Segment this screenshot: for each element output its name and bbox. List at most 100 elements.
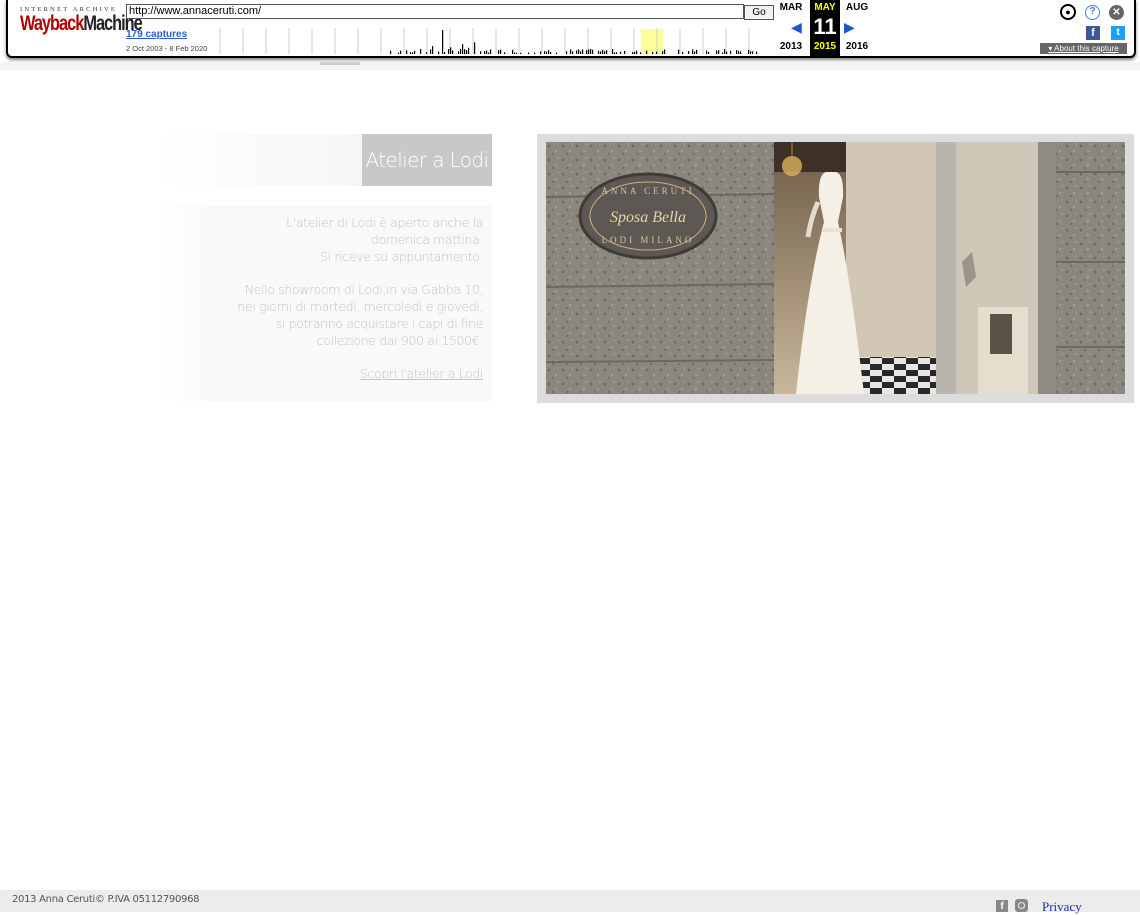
capture-bar	[516, 52, 518, 54]
capture-bar	[540, 51, 542, 54]
capture-bar	[400, 50, 402, 54]
calendar-navigator: MAR 2013 ◀ MAY 11 2015 ▶ AUG 2016	[776, 0, 870, 56]
capture-date-range: 2 Oct 2003 - 8 Feb 2020	[126, 44, 208, 53]
capture-bar	[632, 52, 634, 54]
capture-bar	[694, 51, 696, 54]
text-line: collezione dai 900 ai 1500€.	[316, 333, 484, 348]
user-icon[interactable]: ●	[1060, 4, 1076, 20]
capture-bar	[448, 48, 450, 54]
capture-bar	[566, 51, 568, 54]
text-line: si potranno acquistare i capi di fine	[275, 316, 484, 331]
capture-bar	[652, 51, 654, 54]
capture-sparkline[interactable]	[218, 26, 774, 54]
facebook-icon[interactable]: f	[996, 900, 1008, 912]
prev-capture-arrow-icon[interactable]: ◀	[791, 19, 802, 36]
capture-bar	[730, 50, 732, 54]
facebook-icon[interactable]: f	[1086, 26, 1100, 40]
capture-bar	[426, 52, 428, 54]
captures-link[interactable]: 179 captures	[126, 29, 187, 40]
privacy-link[interactable]: Privacy	[1042, 899, 1082, 915]
capture-bar	[406, 50, 408, 54]
capture-bar	[474, 42, 476, 54]
capture-bar	[724, 49, 726, 54]
capture-bar	[588, 49, 590, 54]
text-line: Nello showroom di Lodi,in via Gabba 10,	[244, 282, 484, 297]
capture-bar	[656, 51, 658, 54]
go-button[interactable]: Go	[744, 5, 774, 20]
capture-bar	[420, 49, 422, 54]
help-icon[interactable]: ?	[1085, 5, 1100, 20]
wayback-url-input[interactable]	[126, 4, 744, 19]
capture-bar	[512, 49, 514, 54]
next-year-label: 2016	[845, 41, 869, 52]
capture-bar	[582, 49, 584, 54]
next-month-column[interactable]: AUG 2016	[842, 0, 872, 56]
text-line: Si riceve su appuntamento.	[320, 249, 483, 264]
capture-bar	[602, 49, 604, 54]
capture-bar	[706, 50, 708, 54]
capture-bar	[708, 51, 710, 54]
capture-bar	[736, 50, 738, 54]
capture-bar	[636, 50, 638, 54]
capture-bar	[738, 50, 740, 54]
capture-bar	[390, 50, 392, 54]
capture-bar	[458, 51, 460, 54]
text-line: domenica mattina.	[370, 232, 484, 247]
current-year-highlight	[641, 29, 663, 54]
discover-atelier-link[interactable]: Scopri l'atelier a Lodi	[213, 365, 484, 382]
copyright-text: 2013 Anna Ceruti© P.IVA 05112790968	[12, 894, 200, 905]
capture-bar	[514, 52, 516, 54]
capture-bar	[452, 50, 454, 54]
capture-bar	[592, 49, 594, 54]
capture-bar	[664, 49, 666, 54]
capture-bar	[480, 51, 482, 54]
capture-bar	[398, 52, 400, 54]
capture-bar	[504, 52, 506, 54]
capture-bar	[580, 51, 582, 54]
capture-bar	[600, 51, 602, 54]
instagram-icon[interactable]	[1015, 899, 1028, 912]
wayback-logo[interactable]: INTERNET ARCHIVE WaybackMachine	[20, 6, 143, 36]
capture-bar	[414, 51, 416, 54]
capture-bar	[614, 52, 616, 54]
capture-bar	[640, 52, 642, 54]
capture-bar	[752, 51, 754, 54]
text-line: nei giorni di martedì, mercoledì e giove…	[237, 299, 483, 314]
capture-bar	[486, 50, 488, 54]
capture-bar	[556, 52, 558, 54]
twitter-icon[interactable]: t	[1111, 26, 1125, 40]
capture-bar	[740, 51, 742, 54]
about-capture-label: About this capture	[1054, 44, 1119, 53]
header-tab-indicator	[320, 62, 360, 65]
prev-year-label: 2013	[779, 41, 803, 52]
about-capture-button[interactable]: ▾ About this capture	[1040, 43, 1127, 54]
prev-month-label: MAR	[779, 2, 803, 13]
capture-bar	[692, 49, 694, 54]
wayback-toolbar: INTERNET ARCHIVE WaybackMachine Go 179 c…	[0, 0, 1140, 62]
description-box: L'atelier di Lodi è aperto anche la dome…	[208, 205, 492, 401]
capture-bar	[616, 52, 618, 54]
current-month-label: MAY	[814, 2, 836, 13]
capture-bar	[466, 50, 468, 54]
close-icon[interactable]: ✕	[1109, 5, 1124, 20]
sign-bottom-text: LODI MILANO	[602, 235, 695, 245]
logo-wayback-machine-text: WaybackMachine	[20, 12, 143, 35]
capture-bar	[548, 50, 550, 54]
capture-bar	[468, 47, 470, 54]
capture-bar	[450, 47, 452, 54]
capture-bar	[606, 50, 608, 54]
capture-bar	[678, 49, 680, 54]
capture-bar	[534, 52, 536, 54]
capture-bar	[688, 51, 690, 54]
capture-bar	[410, 52, 412, 54]
capture-bar	[546, 51, 548, 54]
title-fade	[158, 134, 362, 186]
sign-top-text: ANNA CERUTI	[601, 186, 694, 196]
capture-bar	[490, 49, 492, 54]
capture-bar	[612, 49, 614, 54]
capture-bar	[432, 46, 434, 54]
capture-bar	[520, 52, 522, 54]
capture-bar	[444, 52, 446, 54]
capture-bar	[438, 51, 440, 54]
header-stripe	[0, 62, 1140, 70]
